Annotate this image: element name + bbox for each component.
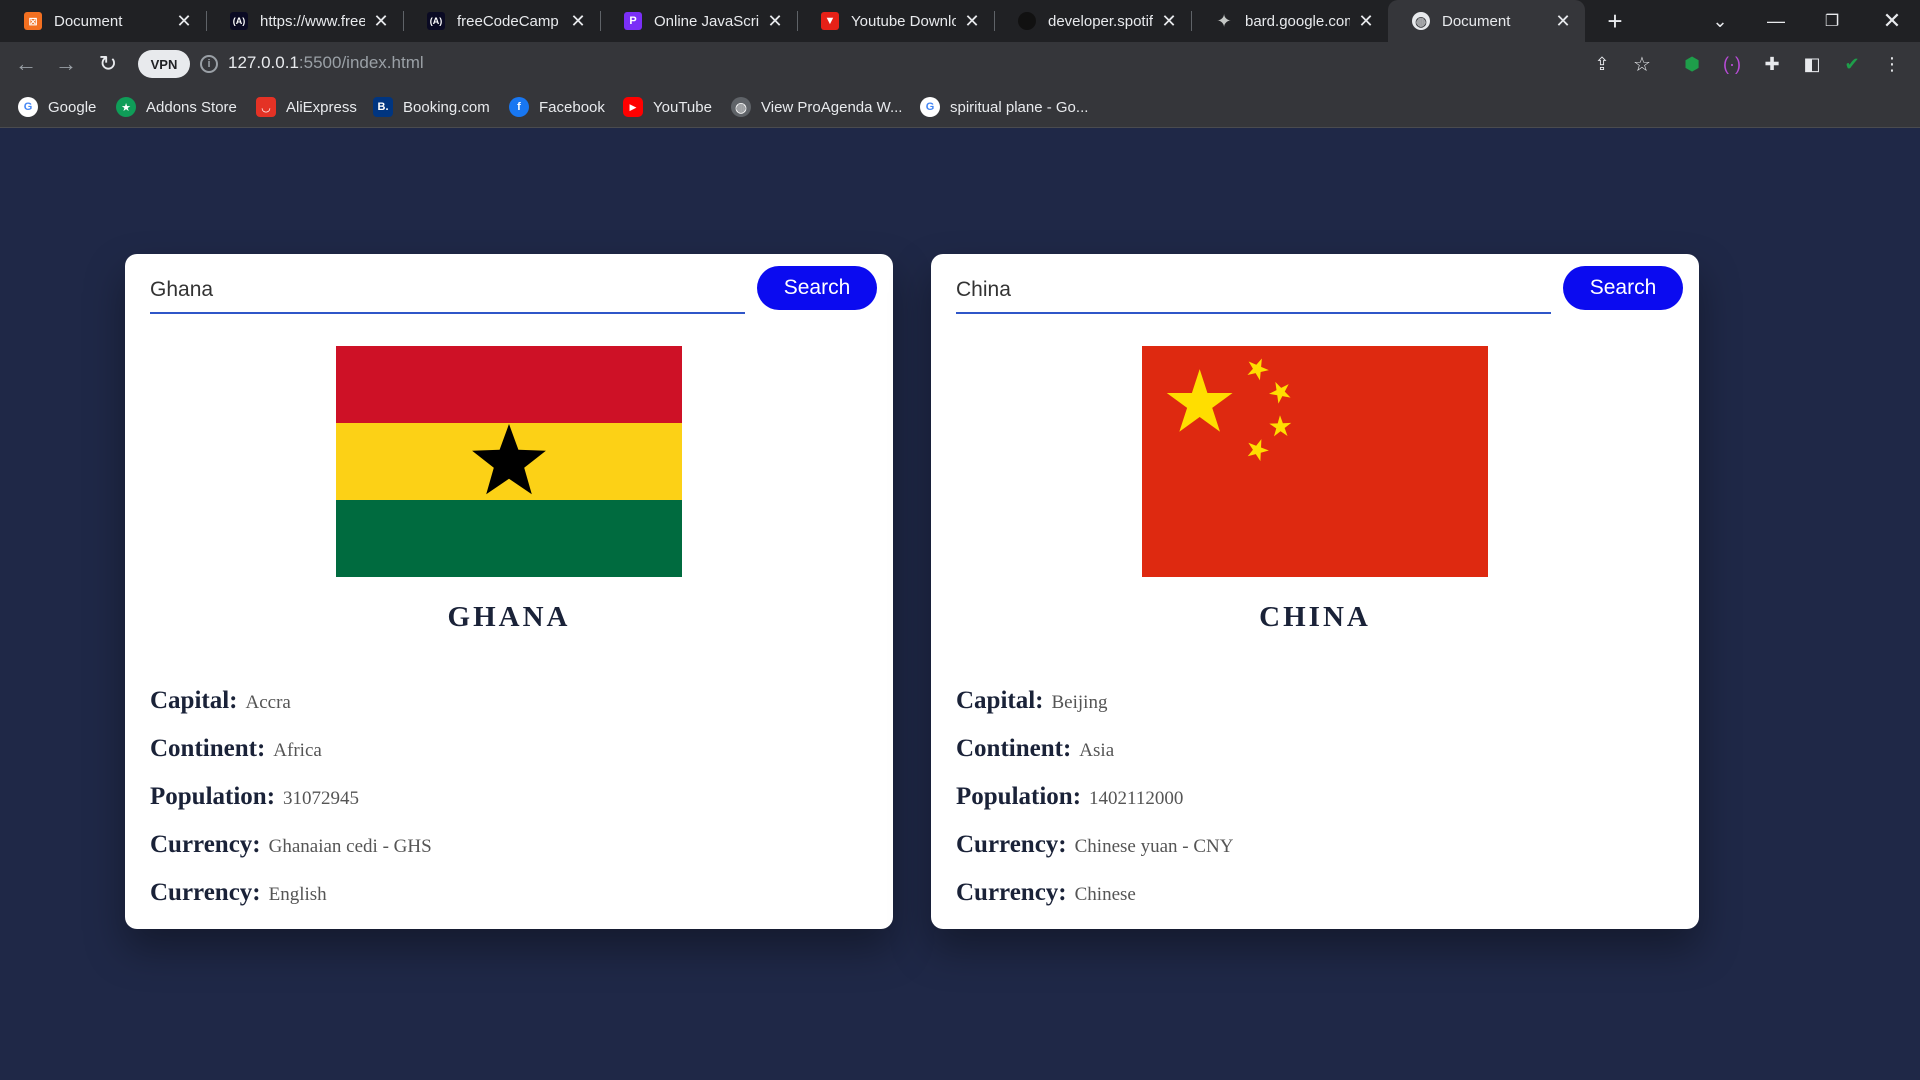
- booking-icon: B.: [373, 97, 393, 117]
- capital-row: Capital: Accra: [150, 687, 291, 714]
- url-host: 127.0.0.1: [228, 53, 299, 72]
- bookmark-google[interactable]: G Google: [18, 96, 96, 118]
- globe-icon: ◍: [1412, 12, 1430, 30]
- password-manager-extension-icon[interactable]: ⬢: [1678, 50, 1706, 78]
- language-row: Currency: Chinese: [956, 879, 1136, 906]
- extension-icon[interactable]: (·): [1718, 50, 1746, 78]
- bookmark-booking[interactable]: B. Booking.com: [373, 96, 490, 118]
- country-name: CHINA: [1259, 601, 1371, 633]
- search-button[interactable]: Search: [1563, 266, 1683, 310]
- freecodecamp-icon: (A): [230, 12, 248, 30]
- country-card-ghana: Search GHANA Capital: Accra Continent: A…: [125, 254, 893, 929]
- close-icon[interactable]: ✕: [1159, 11, 1179, 31]
- close-icon[interactable]: ✕: [174, 11, 194, 31]
- browser-tab[interactable]: ▼ Youtube Downloa ✕: [797, 0, 994, 42]
- bookmark-view-proagenda[interactable]: ◍ View ProAgenda W...: [731, 96, 902, 118]
- browser-tab[interactable]: P Online JavaScript ✕: [600, 0, 797, 42]
- browser-tab[interactable]: (A) freeCodeCamp Ch ✕: [403, 0, 600, 42]
- new-tab-icon[interactable]: +: [1600, 6, 1630, 36]
- bookmark-star-icon[interactable]: ☆: [1628, 50, 1656, 78]
- vpn-badge[interactable]: VPN: [138, 50, 190, 78]
- ghana-flag-svg: [336, 346, 682, 577]
- capital-row: Capital: Beijing: [956, 687, 1108, 714]
- restore-icon[interactable]: ❐: [1804, 0, 1860, 42]
- aliexpress-icon: ◡: [256, 97, 276, 117]
- menu-kebab-icon[interactable]: ⋮: [1878, 50, 1906, 78]
- google-icon: G: [18, 97, 38, 117]
- freecodecamp-icon: (A): [427, 12, 445, 30]
- close-icon[interactable]: ✕: [371, 11, 391, 31]
- youtube-icon: ▶: [623, 97, 643, 117]
- china-flag-image: [1142, 346, 1488, 577]
- spotify-icon: [1018, 12, 1036, 30]
- side-panel-icon[interactable]: ◧: [1798, 50, 1826, 78]
- close-icon[interactable]: ✕: [765, 11, 785, 31]
- china-flag-svg: [1142, 346, 1488, 577]
- country-search-input[interactable]: [956, 268, 1551, 314]
- browser-tab[interactable]: ✦ bard.google.com ✕: [1191, 0, 1388, 42]
- window-close-icon[interactable]: ✕: [1864, 0, 1920, 42]
- population-row: Population: 31072945: [150, 783, 360, 810]
- bookmarks-bar: G Google ★ Addons Store ◡ AliExpress B. …: [0, 84, 1920, 128]
- address-bar[interactable]: 127.0.0.1:5500/index.html: [228, 53, 424, 73]
- browser-tab-active[interactable]: ◍ Document ✕: [1388, 0, 1585, 42]
- site-info-icon[interactable]: i: [200, 55, 218, 73]
- reload-icon[interactable]: ↻: [94, 50, 122, 78]
- search-button[interactable]: Search: [757, 266, 877, 310]
- currency-row: Currency: Ghanaian cedi - GHS: [150, 831, 432, 858]
- country-card-china: Search CHINA Capital: Beijing Continent:…: [931, 254, 1699, 929]
- browser-tab[interactable]: (A) https://www.freeco ✕: [206, 0, 403, 42]
- bookmark-youtube[interactable]: ▶ YouTube: [623, 96, 712, 118]
- youtube-downloader-icon: ▼: [821, 12, 839, 30]
- globe-icon: ◍: [731, 97, 751, 117]
- browser-tab[interactable]: developer.spotify ✕: [994, 0, 1191, 42]
- tab-search-chevron-icon[interactable]: ⌄: [1692, 0, 1748, 42]
- close-icon[interactable]: ✕: [568, 11, 588, 31]
- back-arrow-icon[interactable]: ←: [12, 50, 40, 78]
- bookmark-addons-store[interactable]: ★ Addons Store: [116, 96, 237, 118]
- google-icon: G: [920, 97, 940, 117]
- share-icon[interactable]: ⇪: [1588, 50, 1616, 78]
- bookmark-facebook[interactable]: f Facebook: [509, 96, 605, 118]
- browser-tab-bar: ⊠ Document ✕ (A) https://www.freeco ✕ (A…: [0, 0, 1920, 42]
- minimize-icon[interactable]: —: [1748, 0, 1804, 42]
- country-search-input[interactable]: [150, 268, 745, 314]
- addons-store-icon: ★: [116, 97, 136, 117]
- puzzle-extensions-icon[interactable]: ✚: [1758, 50, 1786, 78]
- currency-row: Currency: Chinese yuan - CNY: [956, 831, 1234, 858]
- bookmark-aliexpress[interactable]: ◡ AliExpress: [256, 96, 357, 118]
- security-shield-icon[interactable]: ✔: [1838, 50, 1866, 78]
- browser-toolbar: ← → ↻ VPN i 127.0.0.1:5500/index.html ⇪ …: [0, 42, 1920, 84]
- continent-row: Continent: Asia: [956, 735, 1115, 762]
- continent-row: Continent: Africa: [150, 735, 322, 762]
- ghana-flag-image: [336, 346, 682, 577]
- bard-sparkle-icon: ✦: [1216, 10, 1232, 31]
- bookmark-spiritual-plane[interactable]: G spiritual plane - Go...: [920, 96, 1088, 118]
- facebook-icon: f: [509, 97, 529, 117]
- close-icon[interactable]: ✕: [962, 11, 982, 31]
- close-icon[interactable]: ✕: [1553, 11, 1573, 31]
- forward-arrow-icon[interactable]: →: [52, 50, 80, 78]
- url-path: :5500/index.html: [298, 53, 424, 72]
- xampp-icon: ⊠: [24, 12, 42, 30]
- population-row: Population: 1402112000: [956, 783, 1184, 810]
- language-row: Currency: English: [150, 879, 327, 906]
- browser-tab[interactable]: ⊠ Document ✕: [0, 0, 206, 42]
- close-icon[interactable]: ✕: [1356, 11, 1376, 31]
- playcode-icon: P: [624, 12, 642, 30]
- country-name: GHANA: [447, 601, 571, 633]
